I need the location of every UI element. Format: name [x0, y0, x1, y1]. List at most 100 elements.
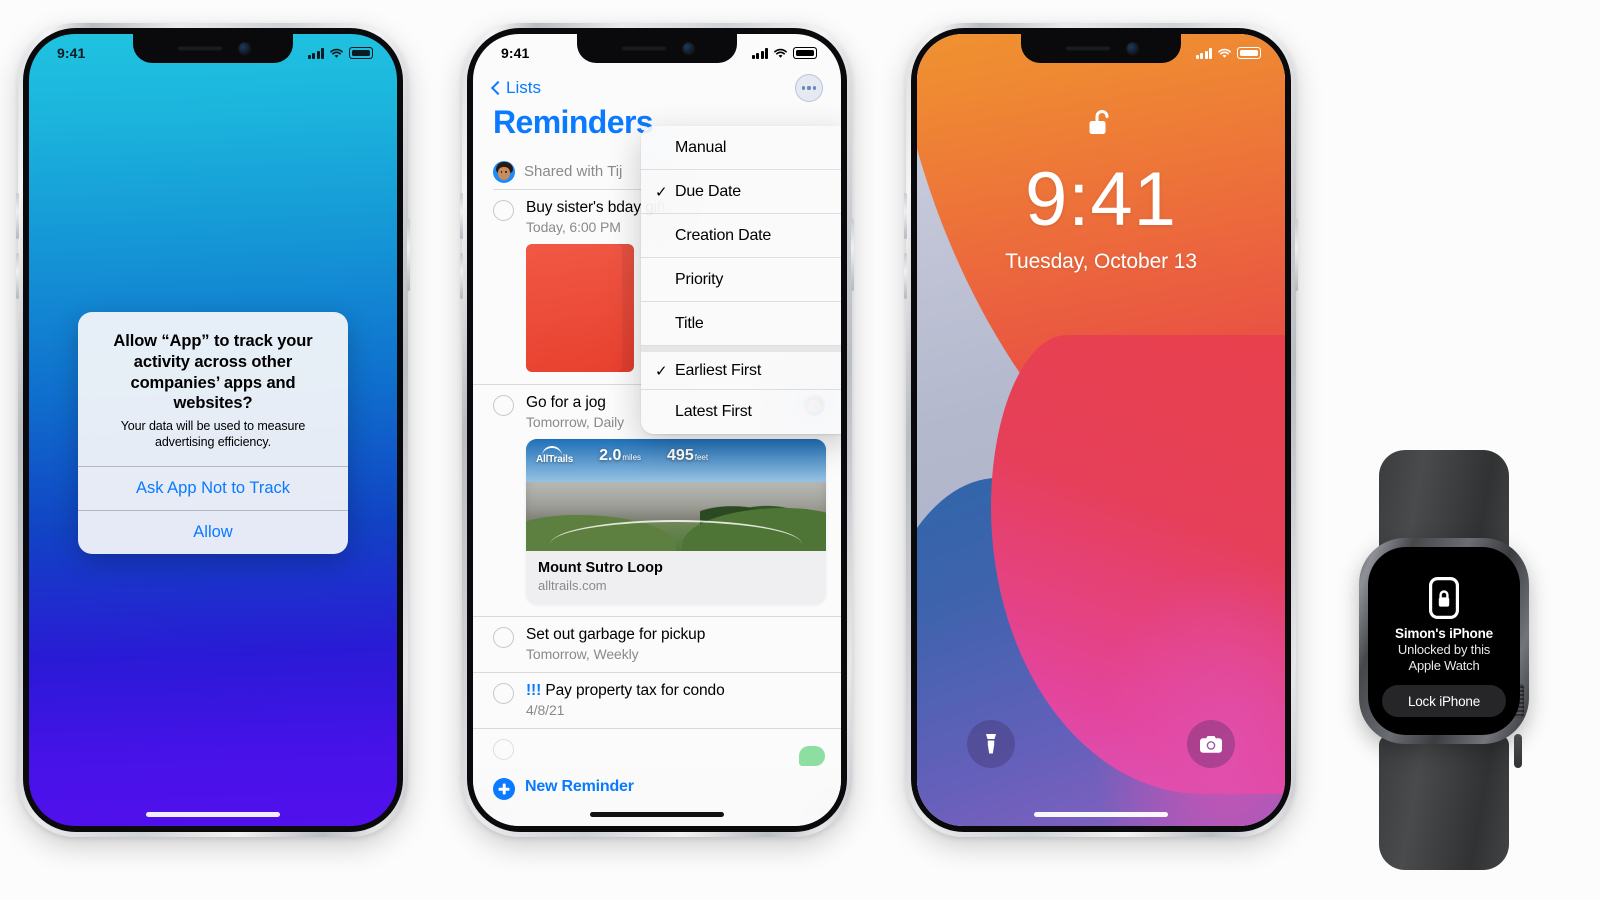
dialog-body: Allow “App” to track your activity acros… [78, 312, 348, 466]
menu-item-label: Latest First [675, 403, 752, 420]
memoji-avatar [493, 160, 515, 183]
link-card-title: Mount Sutro Loop [538, 560, 663, 576]
menu-item-latest-first[interactable]: Latest First [641, 390, 841, 434]
circle-checkbox-icon[interactable] [493, 683, 514, 704]
circle-checkbox-icon[interactable] [493, 395, 514, 416]
flashlight-icon[interactable] [967, 720, 1015, 768]
back-to-lists-button[interactable]: Lists [491, 78, 541, 98]
battery-icon [1237, 47, 1261, 59]
apple-watch: Simon's iPhone Unlocked by this Apple Wa… [1345, 450, 1545, 870]
cellular-bars-icon [751, 48, 768, 59]
lock-screen-date: Tuesday, October 13 [1005, 250, 1197, 273]
cellular-bars-icon [1195, 48, 1212, 59]
volume-down-button[interactable] [460, 253, 463, 299]
attachment-thumbnail[interactable] [526, 244, 634, 372]
volume-down-button[interactable] [904, 253, 907, 299]
volume-up-button[interactable] [16, 193, 19, 239]
lock-iphone-button[interactable]: Lock iPhone [1382, 685, 1506, 718]
chevron-left-icon [491, 79, 502, 97]
menu-item-earliest-first[interactable]: ✓ Earliest First [641, 346, 841, 390]
priority-marker: !!! [526, 682, 542, 699]
list-item[interactable]: Set out garbage for pickup Tomorrow, Wee… [473, 617, 841, 673]
earpiece-speaker-icon [620, 46, 667, 51]
earpiece-speaker-icon [1064, 46, 1111, 51]
wifi-icon [330, 48, 343, 58]
phone2-screen: 9:41 Lists Reminders Shared with Tij Buy… [473, 34, 841, 826]
checkmark-icon: ✓ [655, 362, 668, 380]
list-item[interactable] [473, 729, 841, 768]
reminder-title-text: Pay property tax for condo [545, 682, 725, 699]
ask-app-not-to-track-button[interactable]: Ask App Not to Track [78, 465, 348, 510]
showcase-canvas: 9:41 Allow “App” to track your activity … [0, 0, 1600, 900]
back-label: Lists [506, 78, 541, 97]
shared-label: Shared with Tij [524, 163, 623, 180]
home-indicator[interactable] [590, 812, 724, 817]
alltrails-logo: AllTrails [536, 445, 573, 465]
circle-checkbox-icon[interactable] [493, 739, 514, 760]
notch [577, 34, 737, 63]
trail-distance: 2.0miles [599, 447, 642, 464]
status-time: 9:41 [501, 45, 530, 61]
plus-circle-icon [493, 778, 515, 800]
watch-status-line-1: Unlocked by this [1397, 642, 1491, 657]
message-bubble-icon [799, 746, 825, 766]
menu-item-priority[interactable]: Priority [641, 258, 841, 302]
ellipsis-circle-icon[interactable] [795, 74, 823, 102]
menu-item-manual[interactable]: Manual [641, 126, 841, 170]
circle-checkbox-icon[interactable] [493, 200, 514, 221]
reminder-title: !!! Pay property tax for condo [526, 682, 825, 700]
new-reminder-button[interactable]: New Reminder [473, 768, 841, 826]
alltrails-link-card[interactable]: AllTrails 2.0miles 495feet Mount Sutro L… [526, 439, 826, 604]
watch-screen: Simon's iPhone Unlocked by this Apple Wa… [1368, 547, 1520, 735]
link-card-meta: Mount Sutro Loop alltrails.com [526, 551, 826, 604]
allow-button[interactable]: Allow [78, 509, 348, 554]
volume-up-button[interactable] [460, 193, 463, 239]
iphone-reminders: 9:41 Lists Reminders Shared with Tij Buy… [460, 23, 854, 837]
power-button[interactable] [1295, 219, 1298, 291]
menu-item-title[interactable]: Title [641, 302, 841, 346]
wifi-icon [1218, 48, 1231, 58]
menu-item-creation-date[interactable]: Creation Date [641, 214, 841, 258]
menu-item-label: Priority [675, 270, 724, 288]
earpiece-speaker-icon [176, 46, 223, 51]
checkmark-icon: ✓ [655, 183, 668, 201]
status-icons [751, 47, 817, 59]
page-title: Reminders [493, 104, 654, 140]
home-indicator[interactable] [1034, 812, 1168, 817]
circle-checkbox-icon[interactable] [493, 627, 514, 648]
lock-screen-actions [917, 720, 1285, 772]
phone3-screen: 9:41 Tuesday, October 13 [917, 34, 1285, 826]
new-reminder-label: New Reminder [525, 778, 634, 795]
power-button[interactable] [851, 219, 854, 291]
reminder-title: Set out garbage for pickup [526, 626, 706, 643]
sort-context-menu[interactable]: Manual ✓ Due Date Creation Date Priority… [641, 126, 841, 434]
dialog-title: Allow “App” to track your activity acros… [113, 332, 313, 413]
home-indicator[interactable] [146, 812, 280, 817]
cellular-bars-icon [307, 48, 324, 59]
unlocked-padlock-icon [1089, 110, 1109, 134]
status-icons [307, 47, 373, 59]
volume-up-button[interactable] [904, 193, 907, 239]
trail-photo: AllTrails 2.0miles 495feet [526, 439, 826, 551]
front-camera-icon [1126, 43, 1138, 54]
lock-screen-wallpaper [917, 34, 1285, 826]
watch-device-name: Simon's iPhone [1395, 626, 1493, 641]
notch [133, 34, 293, 63]
power-button[interactable] [407, 219, 410, 291]
trail-elevation: 495feet [667, 447, 709, 464]
navigation-bar: Lists [473, 68, 841, 108]
list-item[interactable]: !!! Pay property tax for condo 4/8/21 [473, 673, 841, 729]
menu-item-label: Due Date [675, 182, 741, 200]
battery-icon [349, 47, 373, 59]
status-time: 9:41 [57, 45, 86, 61]
phone1-screen: 9:41 Allow “App” to track your activity … [29, 34, 397, 826]
wifi-icon [774, 48, 787, 58]
menu-item-due-date[interactable]: ✓ Due Date [641, 170, 841, 214]
camera-icon[interactable] [1187, 720, 1235, 768]
iphone-att-dialog: 9:41 Allow “App” to track your activity … [16, 23, 410, 837]
volume-down-button[interactable] [16, 253, 19, 299]
menu-item-label: Creation Date [675, 226, 772, 244]
side-button[interactable] [1514, 734, 1522, 768]
watch-case: Simon's iPhone Unlocked by this Apple Wa… [1359, 538, 1529, 768]
front-camera-icon [238, 43, 250, 54]
